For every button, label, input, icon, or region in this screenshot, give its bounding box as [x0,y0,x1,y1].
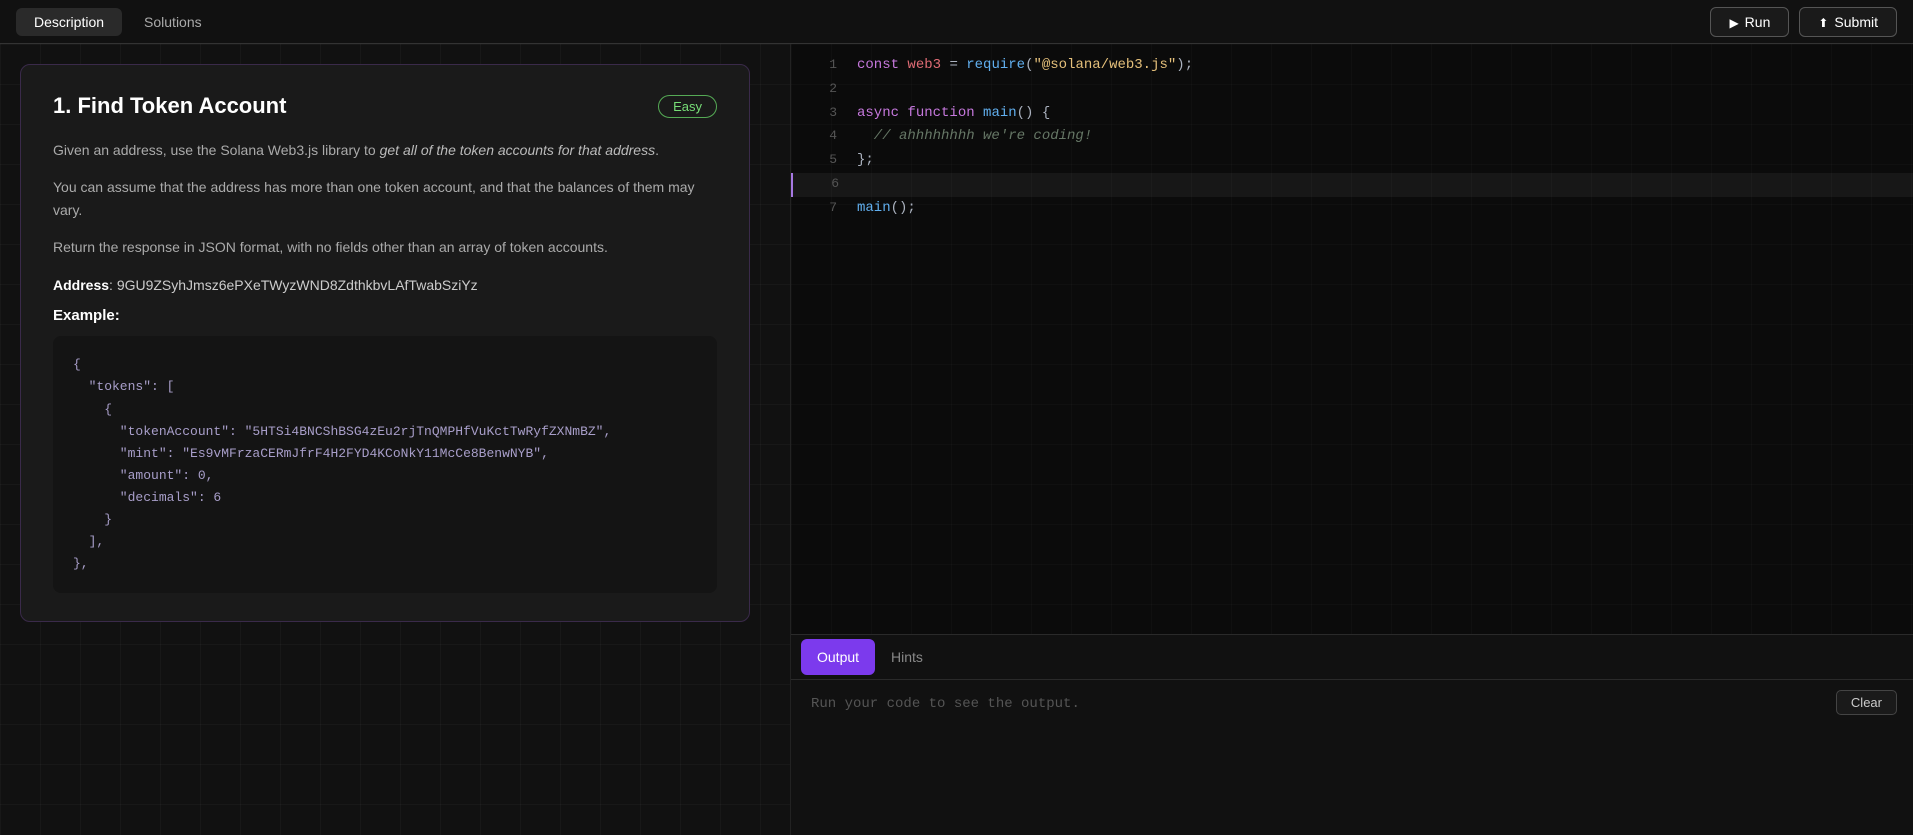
tab-description[interactable]: Description [16,8,122,36]
line-num-3: 3 [807,102,837,124]
line-num-2: 2 [807,78,837,100]
editor-line-3: 3 async function main() { [791,102,1913,126]
problem-header: 1. Find Token Account Easy [53,93,717,119]
left-panel: 1. Find Token Account Easy Given an addr… [0,44,790,835]
example-code-block: { "tokens": [ { "tokenAccount": "5HTSi4B… [53,336,717,593]
line-content-3: async function main() { [857,102,1050,126]
example-line-6: "amount": 0, [73,465,697,487]
line-content-2 [857,78,865,102]
editor-line-2: 2 [791,78,1913,102]
problem-description-2: You can assume that the address has more… [53,176,717,222]
line-content-5: }; [857,149,874,173]
address-label: Address [53,277,109,293]
clear-button[interactable]: Clear [1836,690,1897,715]
run-icon [1729,14,1738,30]
code-editor[interactable]: 1 const web3 = require("@solana/web3.js"… [791,44,1913,635]
tab-output[interactable]: Output [801,639,875,675]
line-num-4: 4 [807,125,837,147]
example-line-5: "mint": "Es9vMFrzaCERmJfrF4H2FYD4KCoNkY1… [73,443,697,465]
example-line-4: "tokenAccount": "5HTSi4BNCShBSG4zEu2rjTn… [73,421,697,443]
problem-description-3: Return the response in JSON format, with… [53,236,717,259]
line-num-1: 1 [807,54,837,76]
editor-line-6: 6 [791,173,1913,197]
example-line-10: }, [73,553,697,575]
right-panel: 1 const web3 = require("@solana/web3.js"… [790,44,1913,835]
top-bar: Description Solutions Run Submit [0,0,1913,44]
tab-hints[interactable]: Hints [875,639,939,675]
line-content-7: main(); [857,197,916,221]
top-actions: Run Submit [1710,7,1897,37]
submit-button[interactable]: Submit [1799,7,1897,37]
example-line-2: "tokens": [ [73,376,697,398]
output-panel: Output Hints Run your code to see the ou… [791,635,1913,835]
tab-solutions[interactable]: Solutions [126,8,220,36]
upload-icon [1818,14,1828,30]
example-label: Example: [53,307,717,324]
run-label: Run [1745,14,1771,30]
run-button[interactable]: Run [1710,7,1789,37]
difficulty-badge: Easy [658,95,717,118]
address-line: Address: 9GU9ZSyhJmsz6ePXeTWyzWND8Zdthkb… [53,277,717,293]
example-line-9: ], [73,531,697,553]
example-line-1: { [73,354,697,376]
editor-line-7: 7 main(); [791,197,1913,221]
desc-text-1-end: . [655,142,659,158]
main-content: 1. Find Token Account Easy Given an addr… [0,44,1913,835]
editor-line-1: 1 const web3 = require("@solana/web3.js"… [791,54,1913,78]
problem-card: 1. Find Token Account Easy Given an addr… [20,64,750,622]
desc-text-1: Given an address, use the Solana Web3.js… [53,142,380,158]
example-line-8: } [73,509,697,531]
editor-line-4: 4 // ahhhhhhhh we're coding! [791,125,1913,149]
problem-title: 1. Find Token Account [53,93,286,119]
submit-label: Submit [1834,14,1878,30]
problem-description-1: Given an address, use the Solana Web3.js… [53,139,717,162]
example-line-7: "decimals": 6 [73,487,697,509]
line-content-1: const web3 = require("@solana/web3.js"); [857,54,1193,78]
output-placeholder: Run your code to see the output. [811,696,1080,712]
output-tabs: Output Hints [791,635,1913,680]
line-num-7: 7 [807,197,837,219]
line-content-4: // ahhhhhhhh we're coding! [857,125,1092,149]
example-line-3: { [73,399,697,421]
address-value: 9GU9ZSyhJmsz6ePXeTWyzWND8ZdthkbvLAfTwabS… [117,277,478,293]
line-num-6: 6 [809,173,839,195]
line-num-5: 5 [807,149,837,171]
output-body: Run your code to see the output. Clear [791,680,1913,835]
editor-line-5: 5 }; [791,149,1913,173]
top-tabs: Description Solutions [16,8,220,36]
desc-em: get all of the token accounts for that a… [380,142,656,158]
line-content-6 [859,173,867,197]
